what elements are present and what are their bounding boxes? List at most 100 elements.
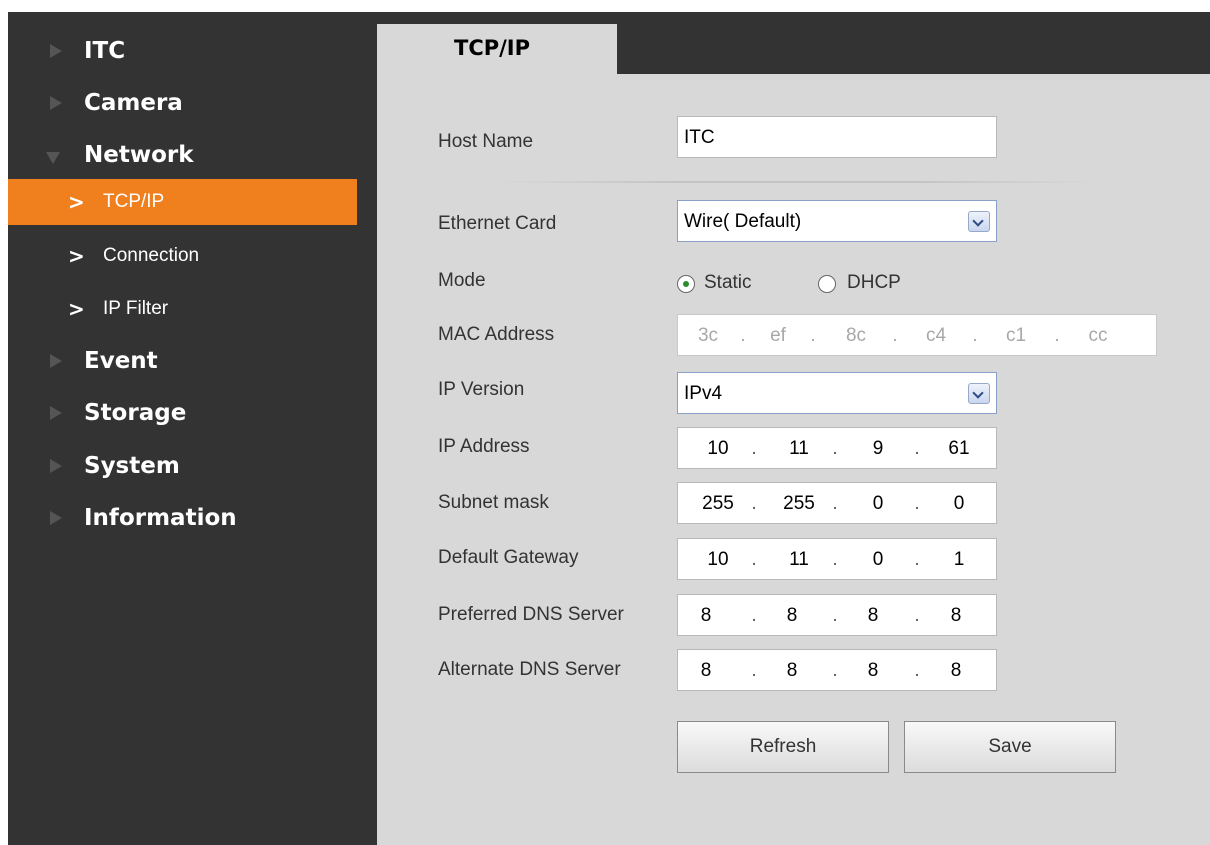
ip-separator: . xyxy=(832,493,838,514)
ip-separator: . xyxy=(914,660,920,681)
ip-separator: . xyxy=(832,605,838,626)
dropdown-arrow-icon[interactable] xyxy=(968,383,990,404)
refresh-button[interactable]: Refresh xyxy=(677,721,889,773)
ip-octet: 255 xyxy=(702,493,734,514)
ip-octet: 8 xyxy=(700,605,712,626)
host-name-input[interactable]: ITC xyxy=(677,116,997,158)
ip-separator: . xyxy=(914,549,920,570)
sidebar-item-label: IP Filter xyxy=(103,298,169,319)
ip-octet: 0 xyxy=(953,493,965,514)
mac-separator: . xyxy=(892,325,898,346)
tab-label: TCP/IP xyxy=(454,36,531,60)
ethernet-card-label: Ethernet Card xyxy=(438,213,557,234)
subnet-mask-input[interactable]: 255 . 255 . 0 . 0 xyxy=(677,482,997,524)
expand-arrow-icon xyxy=(50,459,62,473)
expand-arrow-icon xyxy=(50,354,62,368)
sidebar-item-label: Camera xyxy=(84,90,183,116)
ip-address-label: IP Address xyxy=(438,436,530,457)
ip-version-label: IP Version xyxy=(438,379,525,400)
sidebar-item-label: System xyxy=(84,453,180,479)
ip-octet: 0 xyxy=(872,549,884,570)
radio-static-label: Static xyxy=(704,272,752,293)
mac-octet: ef xyxy=(770,325,786,346)
ip-octet: 61 xyxy=(948,438,970,459)
sidebar-item-label: Information xyxy=(84,505,237,531)
alternate-dns-label: Alternate DNS Server xyxy=(438,659,621,680)
collapse-arrow-icon xyxy=(46,152,60,164)
ip-address-input[interactable]: 10 . 11 . 9 . 61 xyxy=(677,427,997,469)
ip-octet: 8 xyxy=(867,660,879,681)
sidebar-nav: ITC Camera Network > TCP/IP > Connection… xyxy=(8,12,377,845)
ip-octet: 10 xyxy=(707,549,729,570)
ip-separator: . xyxy=(751,660,757,681)
mac-octet: 3c xyxy=(697,325,719,346)
ip-separator: . xyxy=(751,605,757,626)
ip-octet: 0 xyxy=(872,493,884,514)
subnet-mask-label: Subnet mask xyxy=(438,492,549,513)
alternate-dns-input[interactable]: 8 . 8 . 8 . 8 xyxy=(677,649,997,691)
ip-separator: . xyxy=(914,605,920,626)
sidebar-item-tcpip[interactable]: > TCP/IP xyxy=(8,179,357,225)
sidebar-item-storage[interactable]: Storage xyxy=(8,398,377,428)
default-gateway-input[interactable]: 10 . 11 . 0 . 1 xyxy=(677,538,997,580)
mac-octet: cc xyxy=(1088,325,1108,346)
ip-separator: . xyxy=(832,438,838,459)
ip-octet: 11 xyxy=(789,438,809,459)
host-name-label: Host Name xyxy=(438,131,534,152)
preferred-dns-label: Preferred DNS Server xyxy=(438,604,624,625)
mac-address-field: 3c . ef . 8c . c4 . c1 . cc xyxy=(677,314,1157,356)
sidebar-item-label: ITC xyxy=(84,38,126,64)
ip-octet: 8 xyxy=(700,660,712,681)
sidebar-item-camera[interactable]: Camera xyxy=(8,88,377,118)
ip-separator: . xyxy=(914,438,920,459)
sidebar-item-network[interactable]: Network xyxy=(8,140,377,170)
ip-version-value: IPv4 xyxy=(684,383,723,404)
radio-dhcp-label: DHCP xyxy=(847,272,901,293)
ip-octet: 8 xyxy=(950,605,962,626)
sidebar-item-ip-filter[interactable]: > IP Filter xyxy=(8,286,377,332)
ip-octet: 10 xyxy=(707,438,729,459)
section-divider xyxy=(497,181,1097,183)
expand-arrow-icon xyxy=(50,511,62,525)
ip-separator: . xyxy=(751,549,757,570)
mac-address-label: MAC Address xyxy=(438,324,555,345)
sidebar-item-information[interactable]: Information xyxy=(8,503,377,533)
ip-octet: 11 xyxy=(789,549,809,570)
default-gateway-label: Default Gateway xyxy=(438,547,579,568)
ip-octet: 255 xyxy=(783,493,815,514)
sidebar-item-label: Connection xyxy=(103,245,200,266)
radio-static[interactable] xyxy=(677,275,695,293)
mac-separator: . xyxy=(810,325,816,346)
ip-octet: 8 xyxy=(786,605,798,626)
mac-octet: c1 xyxy=(1005,325,1027,346)
ip-octet: 8 xyxy=(950,660,962,681)
ip-octet: 9 xyxy=(872,438,884,459)
ethernet-card-select[interactable]: Wire( Default) xyxy=(677,200,997,242)
sidebar-item-label: TCP/IP xyxy=(103,191,165,212)
save-button[interactable]: Save xyxy=(904,721,1116,773)
tab-bar: TCP/IP xyxy=(377,12,1210,74)
radio-dhcp[interactable] xyxy=(818,275,836,293)
sidebar-item-connection[interactable]: > Connection xyxy=(8,233,377,279)
expand-arrow-icon xyxy=(50,44,62,58)
chevron-right-icon: > xyxy=(68,297,85,321)
tab-tcpip[interactable]: TCP/IP xyxy=(377,24,617,74)
dropdown-arrow-icon[interactable] xyxy=(968,211,990,232)
ip-separator: . xyxy=(751,493,757,514)
ip-separator: . xyxy=(832,660,838,681)
sidebar-item-label: Event xyxy=(84,348,158,374)
mode-label: Mode xyxy=(438,270,486,291)
sidebar-item-event[interactable]: Event xyxy=(8,346,377,376)
ip-octet: 1 xyxy=(953,549,965,570)
expand-arrow-icon xyxy=(50,406,62,420)
mac-separator: . xyxy=(972,325,978,346)
sidebar-item-itc[interactable]: ITC xyxy=(8,36,377,66)
sidebar-item-system[interactable]: System xyxy=(8,451,377,481)
ip-separator: . xyxy=(751,438,757,459)
ethernet-card-value: Wire( Default) xyxy=(684,211,802,232)
chevron-right-icon: > xyxy=(68,244,85,268)
mac-separator: . xyxy=(740,325,746,346)
preferred-dns-input[interactable]: 8 . 8 . 8 . 8 xyxy=(677,594,997,636)
sidebar-item-label: Network xyxy=(84,142,194,168)
ip-version-select[interactable]: IPv4 xyxy=(677,372,997,414)
